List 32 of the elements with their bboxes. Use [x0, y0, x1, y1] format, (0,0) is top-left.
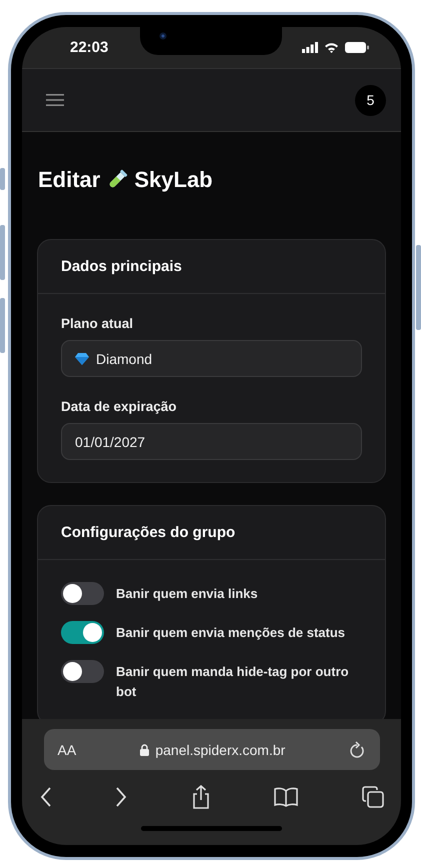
toggle-label: Banir quem manda hide-tag por outro bot	[116, 663, 350, 701]
share-icon[interactable]	[190, 785, 210, 809]
toggle-label: Banir quem envia links	[116, 585, 258, 603]
field-label: Data de expiração	[61, 399, 178, 414]
card-title: Configurações do grupo	[38, 506, 385, 560]
select-field[interactable]: Diamond	[61, 340, 362, 377]
card-title: Dados principais	[38, 240, 385, 294]
back-icon[interactable]	[40, 787, 52, 807]
forward-icon[interactable]	[115, 787, 127, 807]
date-field[interactable]: 01/01/2027	[61, 423, 362, 460]
reload-icon[interactable]	[349, 740, 366, 758]
book-icon[interactable]	[274, 787, 298, 807]
text-size-button[interactable]: AA	[58, 742, 76, 758]
page-title: Editar	[38, 167, 100, 193]
toggle-switch[interactable]	[61, 582, 104, 605]
toggle-switch[interactable]	[61, 660, 104, 683]
camera-icon	[159, 32, 167, 40]
clock: 22:03	[70, 39, 108, 56]
page-title: SkyLab	[134, 167, 213, 193]
battery-icon	[345, 42, 369, 53]
diamond-icon	[75, 352, 89, 364]
url-text: panel.spiderx.com.br	[155, 742, 286, 758]
lock-icon	[140, 744, 150, 756]
signal-icon	[302, 42, 318, 53]
menu-icon[interactable]	[46, 94, 64, 106]
tabs-icon[interactable]	[362, 786, 384, 808]
toggle-label: Banir quem envia menções de status	[116, 624, 346, 642]
wifi-icon	[324, 42, 339, 53]
count-badge[interactable]: 5	[355, 84, 386, 116]
address-bar[interactable]: AA panel.spiderx.com.br	[44, 729, 380, 770]
toggle-switch[interactable]	[61, 621, 104, 644]
field-label: Plano atual	[61, 316, 134, 331]
